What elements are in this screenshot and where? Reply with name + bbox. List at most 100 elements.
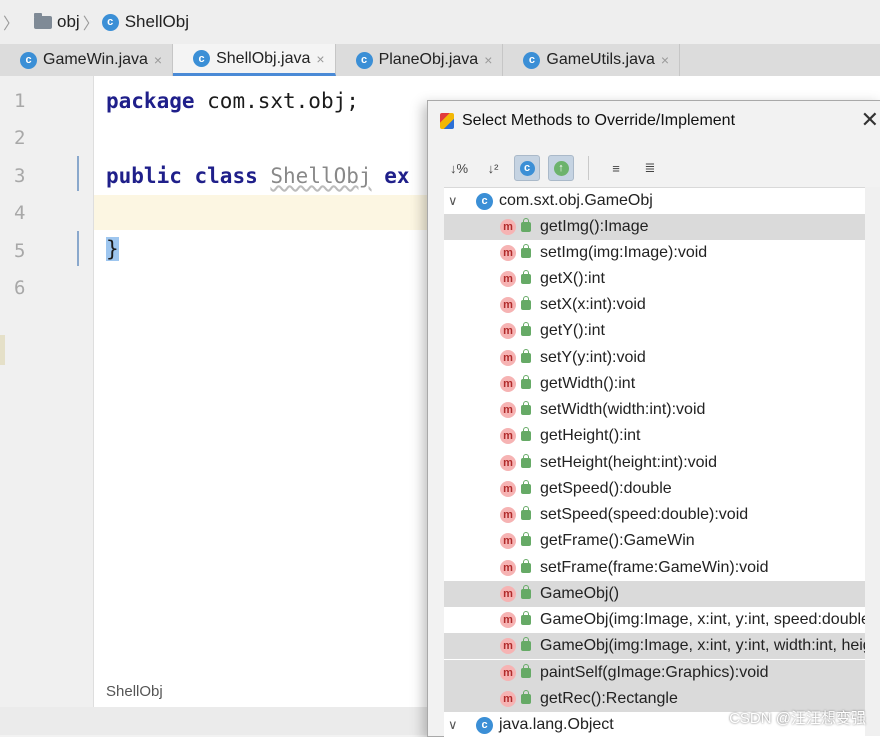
fold-marker[interactable] [77,156,79,191]
method-icon: m [500,297,516,313]
gutter-highlight [0,335,5,365]
method-label: setY(y:int):void [540,349,646,366]
method-row[interactable]: m GameObj() [444,581,880,607]
watermark: CSDN @汪汪想变强 [729,710,866,727]
method-row[interactable]: m setWidth(width:int):void [444,397,880,423]
method-label: setSpeed(speed:double):void [540,506,749,523]
class-icon: c [476,716,493,734]
tab-shellobj[interactable]: c ShellObj.java × [173,44,336,76]
tree-scrollbar[interactable] [865,187,880,736]
method-label: getSpeed():double [540,480,672,497]
lock-icon [521,427,531,441]
dialog-title-bar[interactable]: Select Methods to Override/Implement ✕ [428,101,880,141]
method-row[interactable]: m paintSelf(gImage:Graphics):void [444,660,880,686]
method-row[interactable]: m getSpeed():double [444,476,880,502]
close-icon[interactable]: ✕ [861,107,879,133]
method-row[interactable]: m getX():int [444,266,880,292]
method-label: getY():int [540,322,605,339]
keyword: public [106,164,182,188]
keyword: package [106,89,195,113]
lock-icon [521,349,531,363]
breadcrumb: 〉 obj 〉 c ShellObj [0,0,880,44]
lock-icon [521,506,531,520]
line-number-gutter: 1 2 3 4 5 6 [0,76,94,735]
package-name: com.sxt.obj; [194,89,359,113]
method-label: getX():int [540,270,605,287]
fold-marker[interactable] [77,231,79,266]
class-icon: c [20,51,37,69]
close-icon[interactable]: × [154,52,162,68]
class-icon: c [523,51,541,69]
lock-icon [521,480,531,494]
lock-icon [521,401,531,415]
lock-icon [521,637,531,651]
dialog-title: Select Methods to Override/Implement [462,112,736,129]
method-icon: m [500,455,516,471]
method-row[interactable]: m setImg(img:Image):void [444,240,880,266]
method-row[interactable]: m getY():int [444,318,880,344]
method-tree[interactable]: ∨ c com.sxt.obj.GameObj m getImg():Image m s… [444,187,880,737]
sort-alphabetically-icon[interactable]: ↓² [480,155,506,181]
method-label: getWidth():int [540,375,636,392]
method-icon: m [500,533,516,549]
class-name: ShellObj [270,164,372,188]
method-icon: m [500,428,516,444]
lock-icon [521,454,531,468]
tab-label: GameWin.java [43,51,148,68]
tree-group-gameobj[interactable]: ∨ c com.sxt.obj.GameObj [444,188,880,214]
tab-gamewin[interactable]: c GameWin.java × [0,44,174,76]
lock-icon [521,611,531,625]
method-row[interactable]: m getWidth():int [444,371,880,397]
show-interfaces-icon[interactable]: ↑ [548,155,574,181]
method-label: GameObj(img:Image, x:int, y:int, width:i… [540,637,872,654]
group-by-class-icon[interactable]: c [514,155,540,181]
method-icon: m [500,560,516,576]
method-icon: m [500,350,516,366]
line-number: 1 [14,90,26,112]
method-row[interactable]: m setY(y:int):void [444,345,880,371]
method-row[interactable]: m setX(x:int):void [444,292,880,318]
method-row[interactable]: m setSpeed(speed:double):void [444,502,880,528]
close-icon[interactable]: × [316,51,324,67]
method-row[interactable]: m getHeight():int [444,423,880,449]
class-icon: c [476,192,493,210]
method-row[interactable]: m GameObj(img:Image, x:int, y:int, speed:… [444,607,880,633]
method-label: getImg():Image [540,218,649,235]
line-number: 6 [14,277,26,299]
close-icon[interactable]: × [484,52,492,68]
method-icon: m [500,586,516,602]
lock-icon [521,218,531,232]
lock-icon [521,244,531,258]
group-label: com.sxt.obj.GameObj [499,192,653,209]
method-row[interactable]: m getFrame():GameWin [444,528,880,554]
close-icon[interactable]: × [661,52,669,68]
method-row[interactable]: m setFrame(frame:GameWin):void [444,555,880,581]
method-icon: m [500,376,516,392]
chevron-down-icon[interactable]: ∨ [448,193,462,209]
lock-icon [521,296,531,310]
lock-icon [521,532,531,546]
method-row[interactable]: m getImg():Image [444,214,880,240]
method-row[interactable]: m GameObj(img:Image, x:int, y:int, width:… [444,633,880,659]
line-number: 2 [14,127,26,149]
sort-by-visibility-icon[interactable]: ↓% [446,155,472,181]
expand-all-icon[interactable]: ≡ [603,155,629,181]
method-icon: m [500,219,516,235]
breadcrumb-item-obj[interactable]: obj [57,12,80,32]
tab-planeobj[interactable]: c PlaneObj.java × [336,44,504,76]
tab-label: PlaneObj.java [378,51,479,68]
chevron-down-icon[interactable]: ∨ [448,717,462,733]
method-icon: m [500,507,516,523]
lock-icon [521,270,531,284]
collapse-all-icon[interactable]: ≣ [637,155,663,181]
method-row[interactable]: m setHeight(height:int):void [444,450,880,476]
method-icon: m [500,481,516,497]
method-icon: m [500,323,516,339]
breadcrumb-item-shellobj[interactable]: ShellObj [125,12,189,32]
intellij-icon [440,113,454,129]
class-icon: c [101,13,119,31]
tab-gameutils[interactable]: c GameUtils.java × [503,44,681,76]
line-number: 4 [14,202,26,224]
lock-icon [521,559,531,573]
method-label: GameObj(img:Image, x:int, y:int, speed:d… [540,611,876,628]
